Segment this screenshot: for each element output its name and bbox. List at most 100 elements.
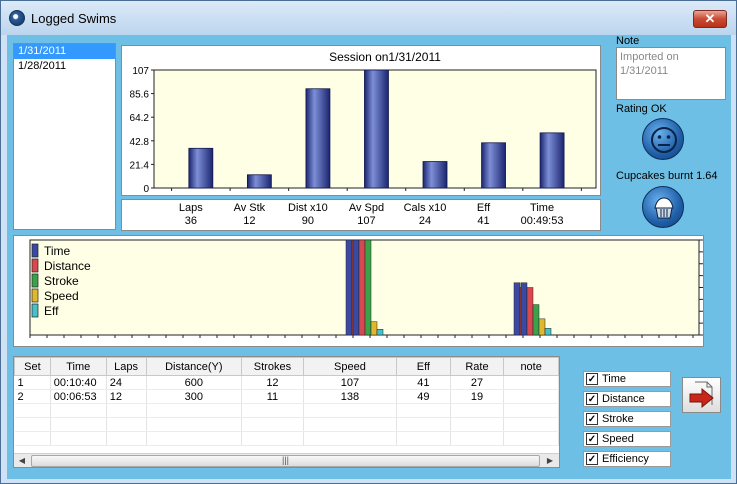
y-tick-label: 0 (143, 184, 149, 195)
timeline-bar (364, 239, 372, 336)
scroll-left-icon[interactable]: ◀ (14, 454, 30, 467)
toggle-efficiency-label: Efficiency (602, 453, 649, 465)
checkbox-efficiency[interactable]: ✓ (586, 453, 598, 465)
timeline-bar (345, 239, 353, 336)
table-row[interactable]: 2 00:06:53 12 300 11 138 49 19 (14, 389, 559, 404)
cell-rate: 19 (450, 389, 505, 404)
timeline-bar (352, 239, 360, 336)
y-tick-label: 107 (132, 66, 149, 77)
legend-swatch (31, 273, 39, 288)
column-header-laps[interactable]: Laps (105, 357, 147, 376)
legend-swatch (31, 258, 39, 273)
bar (422, 161, 448, 189)
table-row[interactable]: 1 00:10:40 24 600 12 107 41 27 (14, 375, 559, 390)
column-header-rate[interactable]: Rate (449, 357, 505, 376)
timeline-bar (358, 239, 366, 336)
neutral-face-icon[interactable] (642, 118, 684, 160)
toggle-distance[interactable]: ✓ Distance (583, 391, 671, 407)
cell-set: 1 (14, 375, 51, 390)
y-tick-label: 21.4 (130, 160, 150, 171)
stat-value: 36 (184, 215, 197, 227)
timeline-bar (544, 328, 552, 336)
cell-laps: 12 (106, 389, 147, 404)
legend-swatch (31, 303, 39, 318)
y-tick-label: 64.2 (130, 113, 150, 124)
bar (364, 69, 389, 189)
cell-time: 00:06:53 (50, 389, 107, 404)
toggle-speed[interactable]: ✓ Speed (583, 431, 671, 447)
legend-label: Speed (44, 289, 79, 303)
session-stats: Laps 36 Av Stk 12 Dist x10 90 Av Spd 107 Cals x1… (121, 199, 601, 231)
stat-label: Av Spd (348, 202, 385, 214)
column-header-strokes[interactable]: Strokes (241, 357, 304, 376)
stat-label: Time (530, 202, 555, 214)
timeline-bar (526, 287, 534, 336)
bar (539, 132, 565, 189)
cell-distance: 300 (146, 389, 243, 404)
toggle-time[interactable]: ✓ Time (583, 371, 671, 387)
close-button[interactable]: ✕ (693, 10, 727, 28)
logged-swims-window: Logged Swims ✕ 1/31/2011 1/28/2011 Sessi… (0, 0, 737, 484)
toggle-stroke-label: Stroke (602, 413, 634, 425)
y-tick-label: 85.6 (130, 90, 150, 101)
cell-set: 2 (14, 389, 51, 404)
table-row-empty (14, 403, 559, 418)
horizontal-scrollbar[interactable]: ◀ ||| ▶ (14, 453, 559, 467)
stat-value: 41 (477, 215, 490, 227)
column-header-distance[interactable]: Distance(Y) (145, 357, 243, 376)
timeline-bar (376, 329, 384, 336)
scroll-thumb[interactable]: ||| (31, 455, 540, 467)
note-label: Note (616, 35, 640, 47)
checkbox-time[interactable]: ✓ (586, 373, 598, 385)
timeline-chart-svg: TimeDistanceStrokeSpeedEff (29, 239, 703, 338)
legend-label: Distance (44, 259, 91, 273)
column-header-speed[interactable]: Speed (302, 357, 398, 376)
checkbox-stroke[interactable]: ✓ (586, 413, 598, 425)
checkbox-speed[interactable]: ✓ (586, 433, 598, 445)
export-button[interactable] (682, 377, 721, 413)
column-header-eff[interactable]: Eff (396, 357, 451, 376)
table-row-empty (14, 417, 559, 432)
cell-distance: 600 (146, 375, 243, 390)
cell-speed: 107 (303, 375, 398, 390)
column-header-time[interactable]: Time (49, 357, 107, 376)
checkbox-distance[interactable]: ✓ (586, 393, 598, 405)
title-bar: Logged Swims ✕ (1, 1, 736, 35)
cupcakes-label: Cupcakes burnt 1.64 (616, 170, 718, 182)
sets-table: Set Time Laps Distance(Y) Strokes Speed … (13, 356, 560, 468)
bar (305, 88, 331, 189)
stat-label: Av Stk (233, 202, 266, 214)
cell-eff: 41 (396, 375, 451, 390)
cell-rate: 27 (450, 375, 505, 390)
cell-laps: 24 (106, 375, 147, 390)
y-tick-label: 42.8 (130, 137, 150, 148)
column-header-note[interactable]: note (503, 357, 559, 376)
legend-swatch (31, 288, 39, 303)
note-field[interactable]: Imported on 1/31/2011 (616, 47, 726, 100)
session-bar-chart: Session on1/31/2011 0 21.4 42.8 64.2 85.6 107 (121, 45, 601, 196)
session-date-list[interactable]: 1/31/2011 1/28/2011 (13, 43, 116, 230)
timeline-bar (370, 321, 378, 336)
table-row-empty (14, 431, 559, 446)
bar (188, 147, 214, 189)
toggle-stroke[interactable]: ✓ Stroke (583, 411, 671, 427)
stat-value: 90 (301, 215, 315, 227)
session-date-item[interactable]: 1/31/2011 (14, 44, 115, 59)
stat-label: Laps (178, 202, 203, 214)
legend-swatch (31, 243, 39, 258)
session-date-item[interactable]: 1/28/2011 (14, 59, 115, 74)
stat-value: 107 (357, 215, 376, 227)
cell-speed: 138 (303, 389, 398, 404)
column-header-set[interactable]: Set (14, 357, 51, 376)
cell-note (503, 375, 559, 390)
scroll-right-icon[interactable]: ▶ (542, 454, 558, 467)
cell-eff: 49 (396, 389, 451, 404)
toggle-efficiency[interactable]: ✓ Efficiency (583, 451, 671, 467)
window-title: Logged Swims (31, 11, 117, 26)
rating-label: Rating OK (616, 103, 667, 115)
timeline-bar (532, 304, 540, 336)
cell-strokes: 11 (241, 389, 304, 404)
app-icon (9, 10, 25, 26)
cupcake-icon[interactable] (642, 186, 684, 228)
cell-note (503, 389, 559, 404)
